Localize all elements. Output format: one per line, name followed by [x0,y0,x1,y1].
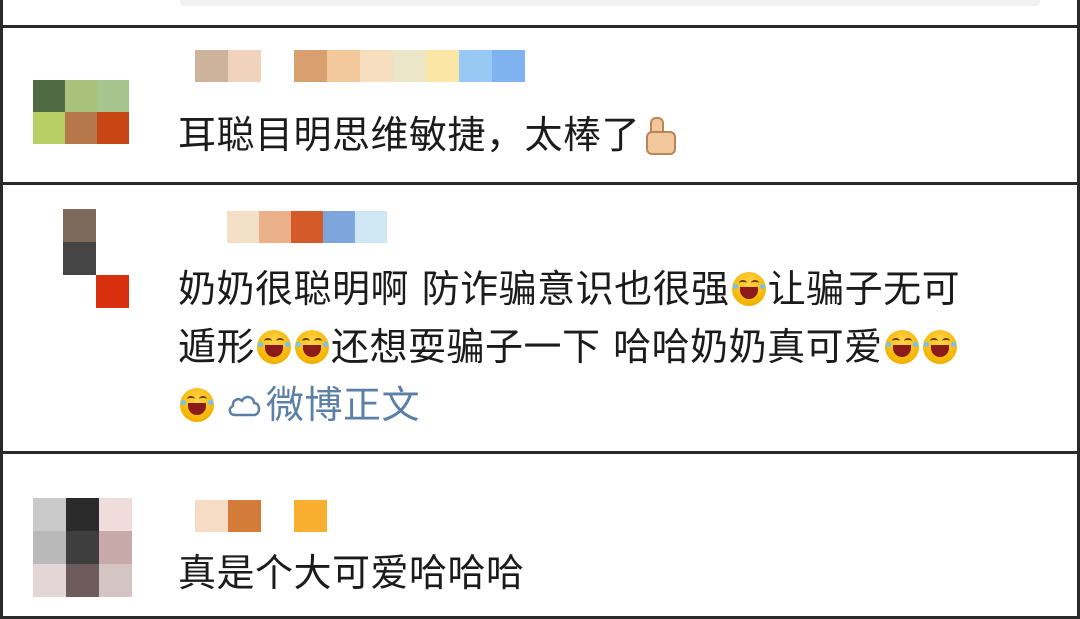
weibo-text-link-label: 微博正文 [266,383,421,427]
comment-text: 奶奶很聪明啊 防诈骗意识也很强 让骗子无可 遁形 还想耍骗子一下 哈哈奶奶真可爱… [178,260,960,434]
avatar-pixel [99,498,132,531]
username-pixel [259,211,291,243]
avatar[interactable] [33,80,129,144]
avatar-pixel [65,80,97,112]
laughing-emoji-icon [180,388,214,422]
comment-text: 真是个大可爱哈哈哈 [178,544,525,602]
comment-line-2a: 遁形 [178,325,256,369]
avatar-pixel [99,564,132,597]
username-pixel [227,211,259,243]
comment-text: 耳聪目明思维敏捷，太棒了 [178,106,677,164]
thumbs-up-icon [642,117,677,155]
username-pixel [195,500,228,532]
avatar-pixel [66,531,99,564]
username-pixel [393,50,426,82]
username-pixel [355,211,387,243]
username-blurred[interactable] [195,500,327,532]
username-pixel [323,211,355,243]
avatar-pixel [97,112,129,144]
avatar-pixel [33,564,66,597]
username-pixel [327,50,360,82]
avatar-pixel [96,242,129,275]
laughing-emoji-icon [731,272,766,306]
username-pixel [426,50,459,82]
username-pixel [294,500,327,532]
comment-text-span: 耳聪目明思维敏捷，太棒了 [178,113,641,157]
avatar[interactable] [63,209,129,308]
avatar-pixel [63,209,96,242]
avatar-pixel [96,275,129,308]
comment-item: 奶奶很聪明啊 防诈骗意识也很强 让骗子无可 遁形 还想耍骗子一下 哈哈奶奶真可爱… [3,185,1077,451]
username-pixel [492,50,525,82]
avatar-pixel [97,80,129,112]
avatar-pixel [63,242,96,275]
weibo-text-link[interactable]: 微博正文 [226,376,420,434]
avatar-pixel [99,531,132,564]
avatar-pixel [65,112,97,144]
previous-comment-edge [180,0,1040,6]
avatar-pixel [63,275,96,308]
comment-line-1-tail: 让骗子无可 [767,267,961,311]
username-pixel [228,500,261,532]
username-pixel [261,50,294,82]
avatar-pixel [33,531,66,564]
comment-item: 耳聪目明思维敏捷，太棒了 [3,28,1077,182]
username-pixel [195,50,228,82]
avatar-pixel [33,80,65,112]
username-pixel [360,50,393,82]
avatar[interactable] [33,498,132,597]
username-pixel [459,50,492,82]
avatar-pixel [33,498,66,531]
comment-line-1: 奶奶很聪明啊 防诈骗意识也很强 [178,267,730,311]
username-blurred[interactable] [227,211,387,243]
username-pixel [228,50,261,82]
comment-item: 真是个大可爱哈哈哈 [3,454,1077,616]
avatar-pixel [96,209,129,242]
comment-text-span: 真是个大可爱哈哈哈 [178,551,525,595]
avatar-pixel [33,112,65,144]
laughing-emoji-icon [884,330,919,364]
avatar-pixel [66,564,99,597]
laughing-emoji-icon [295,330,330,364]
laughing-emoji-icon [257,330,292,364]
username-pixel [294,50,327,82]
username-blurred[interactable] [195,50,525,82]
avatar-pixel [66,498,99,531]
comment-line-2b: 还想耍骗子一下 哈哈奶奶真可爱 [331,325,883,369]
username-pixel [291,211,323,243]
cloud-icon [228,395,261,417]
laughing-emoji-icon [922,330,957,364]
username-pixel [261,500,294,532]
